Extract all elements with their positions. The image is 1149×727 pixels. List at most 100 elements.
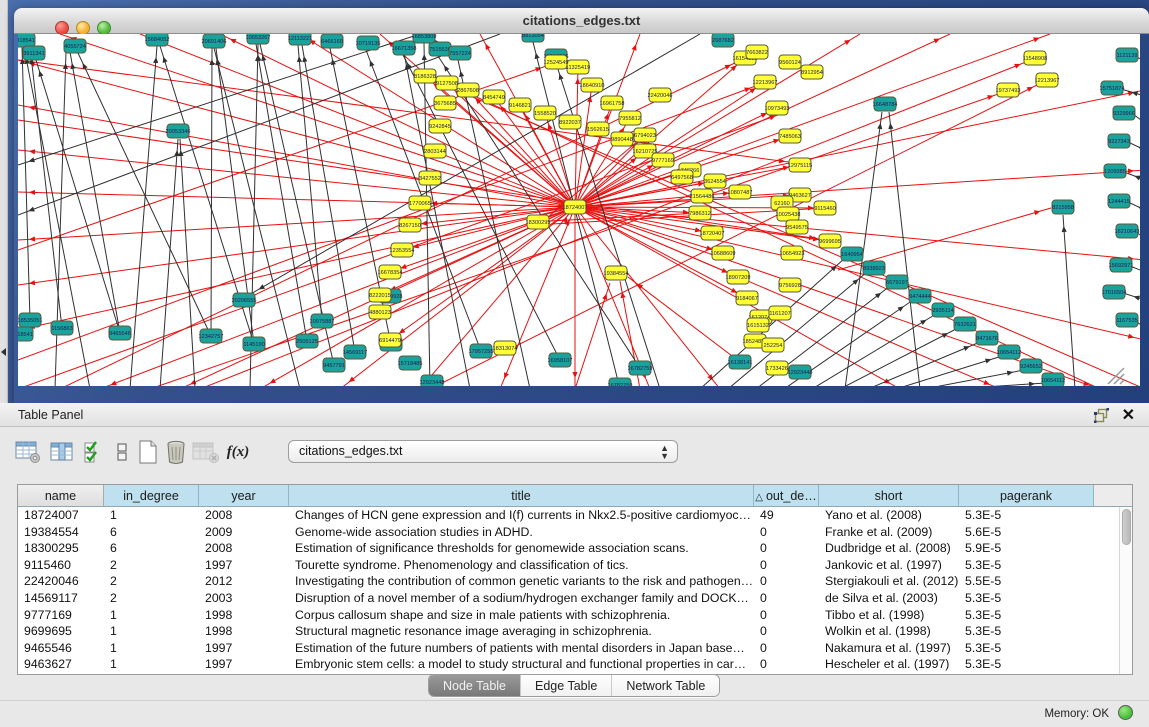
- cell-short[interactable]: Tibbo et al. (1998): [819, 607, 959, 624]
- function-builder-icon[interactable]: f(x): [224, 437, 252, 467]
- cell-year[interactable]: 1997: [199, 656, 289, 673]
- network-canvas[interactable]: 9918541391134140557241568405220691406106…: [18, 34, 1140, 386]
- cell-out_de[interactable]: 0: [754, 540, 819, 557]
- graph-edge[interactable]: [22, 47, 30, 320]
- column-header-short[interactable]: short: [819, 485, 959, 507]
- cell-pagerank[interactable]: 5.3E-5: [959, 656, 1094, 673]
- cell-name[interactable]: 9115460: [18, 557, 104, 574]
- cell-title[interactable]: Disruption of a novel member of a sodium…: [289, 590, 754, 607]
- graph-edge[interactable]: [868, 342, 980, 386]
- cell-year[interactable]: 2012: [199, 573, 289, 590]
- cell-pagerank[interactable]: 5.6E-5: [959, 524, 1094, 541]
- table-row[interactable]: 946362711997Embryonic stem cells: a mode…: [18, 656, 1121, 673]
- cell-title[interactable]: Estimation of the future numbers of pati…: [289, 640, 754, 657]
- graph-edge[interactable]: [18, 60, 796, 163]
- row-height-icon[interactable]: [108, 437, 136, 467]
- cell-name[interactable]: 9699695: [18, 623, 104, 640]
- cell-out_de[interactable]: 0: [754, 623, 819, 640]
- cell-title[interactable]: Genome-wide association studies in ADHD.: [289, 524, 754, 541]
- graph-edge[interactable]: [18, 207, 575, 330]
- cell-in_degree[interactable]: 2: [104, 590, 199, 607]
- cell-pagerank[interactable]: 5.3E-5: [959, 607, 1094, 624]
- cell-title[interactable]: Changes of HCN gene expression and I(f) …: [289, 507, 754, 524]
- table-row[interactable]: 911546021997Tourette syndrome. Phenomeno…: [18, 557, 1121, 574]
- cell-pagerank[interactable]: 5.3E-5: [959, 590, 1094, 607]
- cell-short[interactable]: Wolkin et al. (1998): [819, 623, 959, 640]
- window-titlebar[interactable]: citations_edges.txt: [14, 8, 1149, 34]
- cell-out_de[interactable]: 0: [754, 573, 819, 590]
- tab-network-table[interactable]: Network Table: [612, 675, 719, 696]
- cell-name[interactable]: 9463627: [18, 656, 104, 673]
- left-splitter[interactable]: [0, 0, 8, 403]
- graph-edge[interactable]: [298, 45, 322, 321]
- cell-year[interactable]: 1997: [199, 557, 289, 574]
- graph-edge[interactable]: [889, 112, 920, 386]
- cell-in_degree[interactable]: 1: [104, 656, 199, 673]
- cell-short[interactable]: Nakamura et al. (1997): [819, 640, 959, 657]
- cell-out_de[interactable]: 0: [754, 640, 819, 657]
- cell-in_degree[interactable]: 6: [104, 540, 199, 557]
- cell-pagerank[interactable]: 5.3E-5: [959, 507, 1094, 524]
- network-view-window[interactable]: citations_edges.txt 99185413911341405572…: [14, 8, 1149, 403]
- cell-in_degree[interactable]: 1: [104, 640, 199, 657]
- cell-pagerank[interactable]: 5.3E-5: [959, 640, 1094, 657]
- column-header-out_de[interactable]: △out_de…: [754, 485, 819, 507]
- create-column-icon[interactable]: [134, 437, 162, 467]
- cell-name[interactable]: 9777169: [18, 607, 104, 624]
- cell-in_degree[interactable]: 1: [104, 623, 199, 640]
- cell-name[interactable]: 18724007: [18, 507, 104, 524]
- graph-edge[interactable]: [250, 44, 258, 386]
- graph-edge[interactable]: [556, 63, 660, 386]
- selection-mode-icon[interactable]: [80, 437, 108, 467]
- table-row[interactable]: 977716911998Corpus callosum shape and si…: [18, 607, 1121, 624]
- cell-in_degree[interactable]: 2: [104, 557, 199, 574]
- graph-edge[interactable]: [256, 44, 307, 341]
- cell-short[interactable]: Hescheler et al. (1997): [819, 656, 959, 673]
- tab-node-table[interactable]: Node Table: [429, 675, 521, 696]
- table-selector-dropdown[interactable]: citations_edges.txt ▲▼: [288, 440, 678, 463]
- cell-year[interactable]: 2003: [199, 590, 289, 607]
- cell-year[interactable]: 2008: [199, 540, 289, 557]
- cell-short[interactable]: Jankovic et al. (1997): [819, 557, 959, 574]
- graph-edge[interactable]: [575, 90, 1140, 207]
- delete-table-icon[interactable]: [192, 437, 220, 467]
- graph-edge[interactable]: [211, 48, 212, 336]
- cell-short[interactable]: Stergiakouli et al. (2012): [819, 573, 959, 590]
- cell-title[interactable]: Estimation of significance thresholds fo…: [289, 540, 754, 557]
- node-table[interactable]: namein_degreeyeartitle△out_de…shortpager…: [17, 484, 1133, 675]
- citation-network-graph[interactable]: 9918541391134140557241568405220691406106…: [18, 34, 1140, 386]
- cell-in_degree[interactable]: 6: [104, 524, 199, 541]
- table-row[interactable]: 2242004622012Investigating the contribut…: [18, 573, 1121, 590]
- cell-title[interactable]: Tourette syndrome. Phenomenology and cla…: [289, 557, 754, 574]
- table-row[interactable]: 1830029562008Estimation of significance …: [18, 540, 1121, 557]
- graph-edge[interactable]: [55, 52, 66, 386]
- graph-edge[interactable]: [1063, 215, 1075, 386]
- cell-name[interactable]: 18300295: [18, 540, 104, 557]
- cell-pagerank[interactable]: 5.3E-5: [959, 623, 1094, 640]
- table-scrollbar[interactable]: [1119, 507, 1132, 675]
- graph-edge[interactable]: [30, 47, 62, 328]
- column-header-name[interactable]: name: [18, 485, 104, 507]
- cell-name[interactable]: 22420046: [18, 573, 104, 590]
- table-row[interactable]: 1938455462009Genome-wide association stu…: [18, 524, 1121, 541]
- cell-out_de[interactable]: 49: [754, 507, 819, 524]
- cell-short[interactable]: Franke et al. (2009): [819, 524, 959, 541]
- cell-year[interactable]: 2009: [199, 524, 289, 541]
- graph-edge[interactable]: [130, 46, 157, 386]
- cell-year[interactable]: 1997: [199, 640, 289, 657]
- cell-title[interactable]: Structural magnetic resonance image aver…: [289, 623, 754, 640]
- collapse-panel-icon[interactable]: [1, 348, 6, 356]
- column-visibility-icon[interactable]: [48, 437, 76, 467]
- table-row[interactable]: 969969511998Structural magnetic resonanc…: [18, 623, 1121, 640]
- cell-out_de[interactable]: 0: [754, 524, 819, 541]
- table-row[interactable]: 1456911722003Disruption of a novel membe…: [18, 590, 1121, 607]
- cell-out_de[interactable]: 0: [754, 557, 819, 574]
- column-header-title[interactable]: title: [289, 485, 754, 507]
- cell-out_de[interactable]: 0: [754, 607, 819, 624]
- cell-year[interactable]: 1998: [199, 623, 289, 640]
- cell-title[interactable]: Corpus callosum shape and size in male p…: [289, 607, 754, 624]
- cell-name[interactable]: 19384554: [18, 524, 104, 541]
- graph-edge[interactable]: [220, 34, 575, 207]
- graph-edge[interactable]: [18, 105, 575, 207]
- cell-name[interactable]: 9465546: [18, 640, 104, 657]
